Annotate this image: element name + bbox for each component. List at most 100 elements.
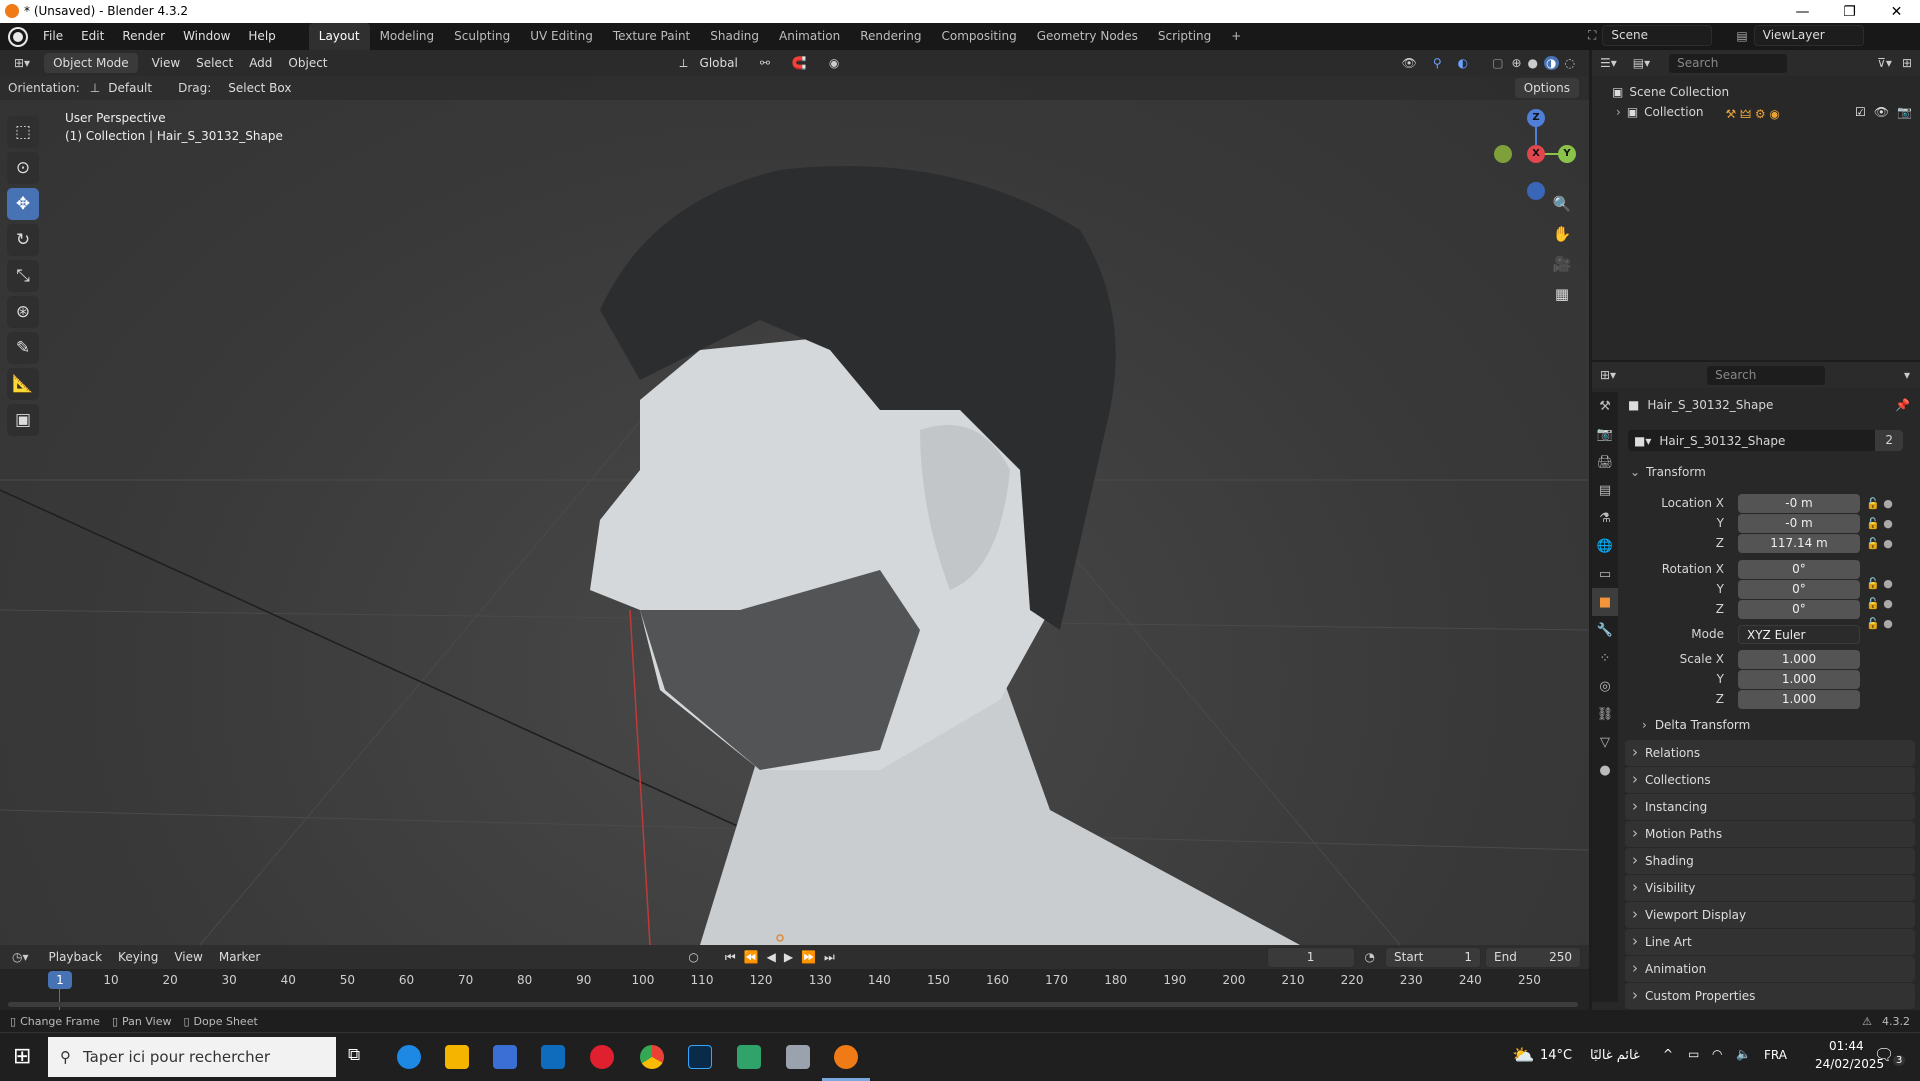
panel-shading[interactable]: Shading [1625, 847, 1915, 874]
play-reverse-icon[interactable]: ◀ [767, 950, 776, 964]
scale-x-field[interactable]: 1.000 [1738, 650, 1860, 669]
blender-taskbar-icon[interactable] [834, 1045, 858, 1069]
timeline-editor-icon[interactable]: ◷▾ [12, 950, 29, 964]
preview-range-icon[interactable]: ◔ [1365, 950, 1375, 964]
gizmo-neg-z-axis[interactable] [1527, 182, 1545, 200]
render-tab-icon[interactable]: 📷 [1592, 420, 1618, 448]
render-camera-icon[interactable]: 📷 [1897, 105, 1912, 119]
world-tab-icon[interactable]: 🌐 [1592, 532, 1618, 560]
gizmo-toggle-icon[interactable]: ⚲ [1433, 56, 1442, 70]
scale-icon[interactable]: ⤡ [7, 260, 39, 292]
end-frame-field[interactable]: End 250 [1485, 946, 1581, 968]
weather-temp[interactable]: 14°C [1540, 1048, 1572, 1063]
tray-chevron-icon[interactable]: ^ [1663, 1047, 1673, 1061]
particles-tab-icon[interactable]: ⁘ [1592, 644, 1618, 672]
visibility-icon[interactable]: 👁 [1402, 56, 1417, 70]
wifi-icon[interactable]: ◠ [1712, 1047, 1722, 1061]
mode-dropdown[interactable]: Object Mode [44, 53, 138, 73]
menu-help[interactable]: Help [239, 23, 284, 50]
editor-type-icon[interactable]: ⊞▾ [14, 56, 30, 70]
expand-icon[interactable]: › [1616, 105, 1621, 119]
playhead[interactable]: 1 [48, 971, 72, 989]
current-frame-field[interactable]: 1 [1266, 946, 1355, 968]
options-dropdown[interactable]: Options [1514, 78, 1579, 98]
menu-add[interactable]: Add [241, 56, 280, 70]
object-datablock-field[interactable]: ■▾ Hair_S_30132_Shape 2 [1628, 430, 1903, 451]
rendered-shading-icon[interactable]: ◌ [1565, 56, 1575, 70]
measure-icon[interactable]: 📐 [7, 368, 39, 400]
cursor-icon[interactable]: ⊙ [7, 152, 39, 184]
menu-window[interactable]: Window [174, 23, 239, 50]
language-indicator[interactable]: FRA [1764, 1048, 1787, 1062]
menu-marker[interactable]: Marker [211, 950, 268, 964]
menu-timeline-view[interactable]: View [166, 950, 210, 964]
panel-instancing[interactable]: Instancing [1625, 793, 1915, 820]
hide-eye-icon[interactable]: 👁 [1874, 105, 1889, 119]
app-m-icon[interactable] [737, 1045, 761, 1069]
exclude-checkbox-icon[interactable]: ☑ [1855, 105, 1866, 119]
new-collection-icon[interactable]: ⊞ [1902, 56, 1912, 70]
menu-render[interactable]: Render [113, 23, 174, 50]
location-y-field[interactable]: -0 m [1738, 514, 1860, 533]
outliner-editor-icon[interactable]: ☰▾ [1600, 56, 1617, 70]
material-shading-icon[interactable]: ◑ [1544, 56, 1559, 70]
properties-editor-icon[interactable]: ⊞▾ [1600, 368, 1616, 382]
object-tab-icon[interactable]: ■ [1592, 588, 1618, 616]
tab-layout[interactable]: Layout [308, 23, 370, 50]
transform-panel-header[interactable]: ⌄ Transform [1630, 465, 1706, 479]
tab-scripting[interactable]: Scripting [1148, 23, 1221, 50]
opera-icon[interactable] [590, 1045, 614, 1069]
tab-sculpting[interactable]: Sculpting [444, 23, 520, 50]
panel-custom-properties[interactable]: Custom Properties [1625, 982, 1915, 1009]
pivot-icon[interactable]: ⚯ [760, 56, 770, 70]
menu-edit[interactable]: Edit [72, 23, 113, 50]
view-layer-field[interactable]: ViewLayer [1753, 25, 1864, 46]
orientation-dropdown[interactable]: Default [100, 81, 160, 95]
transform-icon[interactable]: ⊛ [7, 296, 39, 328]
scene-field[interactable]: Scene [1602, 25, 1713, 46]
menu-select[interactable]: Select [188, 56, 241, 70]
collection-tab-icon[interactable]: ▭ [1592, 560, 1618, 588]
modifier-tab-icon[interactable]: 🔧 [1592, 616, 1618, 644]
jump-keyframe-forward-icon[interactable]: ⏩ [801, 950, 816, 964]
snap-icon[interactable]: 🧲 [792, 56, 807, 70]
collection-row[interactable]: › ▣ Collection ⚒ 🜲 ⚙ ◉ ☑ 👁 📷 [1592, 102, 1920, 122]
3d-viewport[interactable]: ⊞▾ Object Mode View Select Add Object ⟂ … [0, 50, 1589, 945]
transform-orientation-dropdown[interactable]: Global [692, 56, 746, 70]
menu-object[interactable]: Object [280, 56, 335, 70]
output-tab-icon[interactable]: 🖨 [1592, 448, 1618, 476]
ortho-grid-icon[interactable]: ▦ [1548, 280, 1576, 308]
data-tab-icon[interactable]: ▽ [1592, 728, 1618, 756]
start-frame-field[interactable]: Start 1 [1385, 946, 1481, 968]
tab-texture-paint[interactable]: Texture Paint [603, 23, 700, 50]
xray-icon[interactable]: ▢ [1492, 56, 1503, 70]
wireframe-shading-icon[interactable]: ⊕ [1511, 56, 1521, 70]
gizmo-z-axis[interactable]: Z [1527, 109, 1545, 127]
display-mode-icon[interactable]: ▤▾ [1633, 56, 1650, 70]
panel-visibility[interactable]: Visibility [1625, 874, 1915, 901]
panel-relations[interactable]: Relations [1625, 739, 1915, 766]
timeline-ruler[interactable]: 1 10 20 30 40 50 60 70 80 90 100 110 120 130 140 150 16… [0, 969, 1589, 1010]
scale-z-field[interactable]: 1.000 [1738, 690, 1860, 709]
properties-options-icon[interactable]: ▾ [1904, 368, 1910, 382]
menu-file[interactable]: File [34, 23, 72, 50]
add-workspace-button[interactable]: + [1221, 23, 1251, 50]
photoshop-icon[interactable] [688, 1045, 712, 1069]
object-browse-icon[interactable]: ■▾ [1634, 434, 1651, 448]
menu-keying[interactable]: Keying [110, 950, 166, 964]
tab-modeling[interactable]: Modeling [370, 23, 445, 50]
panel-viewport-display[interactable]: Viewport Display [1625, 901, 1915, 928]
rotation-mode-dropdown[interactable]: XYZ Euler [1738, 625, 1860, 644]
constraints-tab-icon[interactable]: ⛓ [1592, 700, 1618, 728]
tool-tab-icon[interactable]: ⚒ [1592, 392, 1618, 420]
volume-icon[interactable]: 🔈 [1736, 1047, 1751, 1061]
weather-icon[interactable]: ⛅ [1512, 1045, 1534, 1066]
clock-time[interactable]: 01:44 [1829, 1039, 1864, 1053]
annotate-icon[interactable]: ✎ [7, 332, 39, 364]
task-view-icon[interactable]: ⧉ [348, 1045, 360, 1065]
scene-tab-icon[interactable]: ⚗ [1592, 504, 1618, 532]
edge-icon[interactable] [397, 1045, 421, 1069]
overlay-toggle-icon[interactable]: ◐ [1458, 56, 1468, 70]
outliner-search-input[interactable]: Search [1668, 52, 1789, 74]
play-icon[interactable]: ▶ [784, 950, 793, 964]
